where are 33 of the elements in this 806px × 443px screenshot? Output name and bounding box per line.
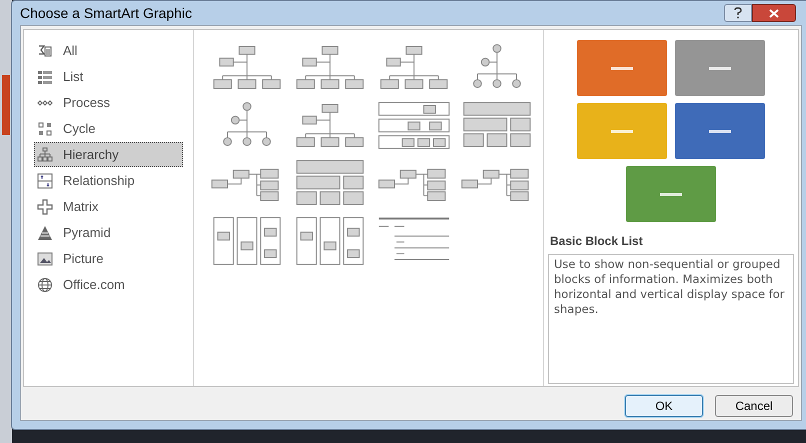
- dash-icon: [660, 192, 682, 196]
- category-icon: [37, 68, 53, 84]
- category-icon: [37, 146, 53, 162]
- close-button[interactable]: [752, 4, 796, 22]
- category-item[interactable]: Hierarchy: [34, 142, 183, 167]
- category-icon: [37, 276, 53, 292]
- category-item[interactable]: Pyramid: [34, 220, 183, 245]
- category-item[interactable]: Matrix: [34, 194, 183, 219]
- category-item[interactable]: Process: [34, 90, 183, 115]
- category-item[interactable]: Picture: [34, 246, 183, 271]
- help-icon: [734, 7, 742, 19]
- category-icon: [37, 172, 53, 188]
- layout-description: Use to show non-sequential or grouped blocks of information. Maximizes both horizontal and vertical display space for shapes.: [548, 254, 794, 384]
- dash-icon: [611, 130, 633, 132]
- dash-icon: [611, 66, 633, 70]
- dialog-button[interactable]: OK: [625, 395, 703, 417]
- category-icon: [37, 42, 53, 58]
- category-icon: [37, 250, 53, 266]
- dash-icon: [709, 130, 731, 132]
- category-icon: [37, 224, 53, 240]
- category-icon: [37, 198, 53, 214]
- category-item[interactable]: Relationship: [34, 168, 183, 193]
- close-icon: [769, 8, 779, 18]
- dash-icon: [709, 66, 731, 70]
- category-icon: [37, 120, 53, 136]
- dialog-button[interactable]: Cancel: [715, 395, 793, 417]
- category-item[interactable]: Cycle: [34, 116, 183, 141]
- window-title: Choose a SmartArt Graphic: [20, 4, 192, 23]
- category-item[interactable]: Office.com: [34, 272, 183, 297]
- layout-title: Basic Block List: [550, 233, 644, 250]
- help-button[interactable]: [724, 4, 752, 22]
- category-item[interactable]: All: [34, 38, 183, 63]
- category-item[interactable]: List: [34, 64, 183, 89]
